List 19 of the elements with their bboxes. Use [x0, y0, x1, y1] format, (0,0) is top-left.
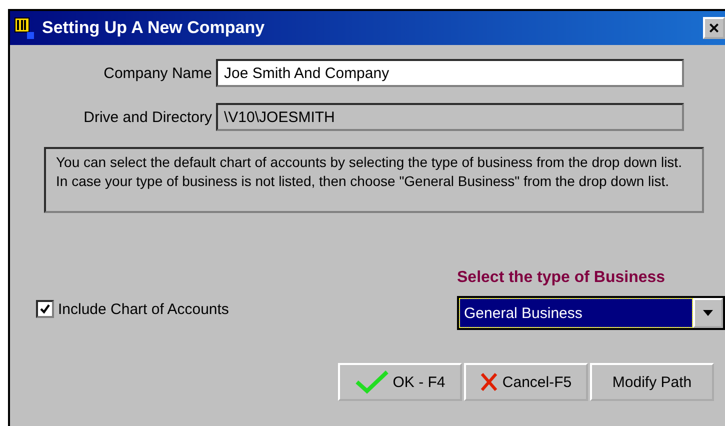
- text-field[interactable]: Joe Smith And Company: [216, 59, 684, 87]
- field-label: Drive and Directory: [82, 108, 212, 126]
- business-type-dropdown[interactable]: General Business: [457, 296, 725, 330]
- app-logo-icon: [14, 16, 36, 40]
- checkmark-icon: [354, 370, 389, 394]
- cancel-button[interactable]: Cancel-F5: [464, 363, 588, 401]
- checkbox-label: Include Chart of Accounts: [58, 300, 229, 318]
- checkbox[interactable]: [36, 300, 54, 318]
- ok-button[interactable]: OK - F4: [338, 363, 462, 401]
- checkmark-icon: [40, 304, 50, 314]
- dropdown-label: Select the type of Business: [457, 269, 666, 287]
- window-title: Setting Up A New Company: [42, 18, 266, 38]
- caret-icon: [703, 310, 713, 316]
- field-label: Company Name: [102, 64, 212, 82]
- info-text: You can select the default chart of accounts by selecting the type of business from the drop down list. In case your type of business is not listed, then choose "General Business" from the drop down list.: [44, 147, 704, 213]
- cross-icon: [480, 372, 498, 392]
- close-button[interactable]: ×: [703, 17, 725, 39]
- dropdown-arrow-button[interactable]: [693, 298, 723, 328]
- action-button[interactable]: Modify Path: [590, 363, 714, 401]
